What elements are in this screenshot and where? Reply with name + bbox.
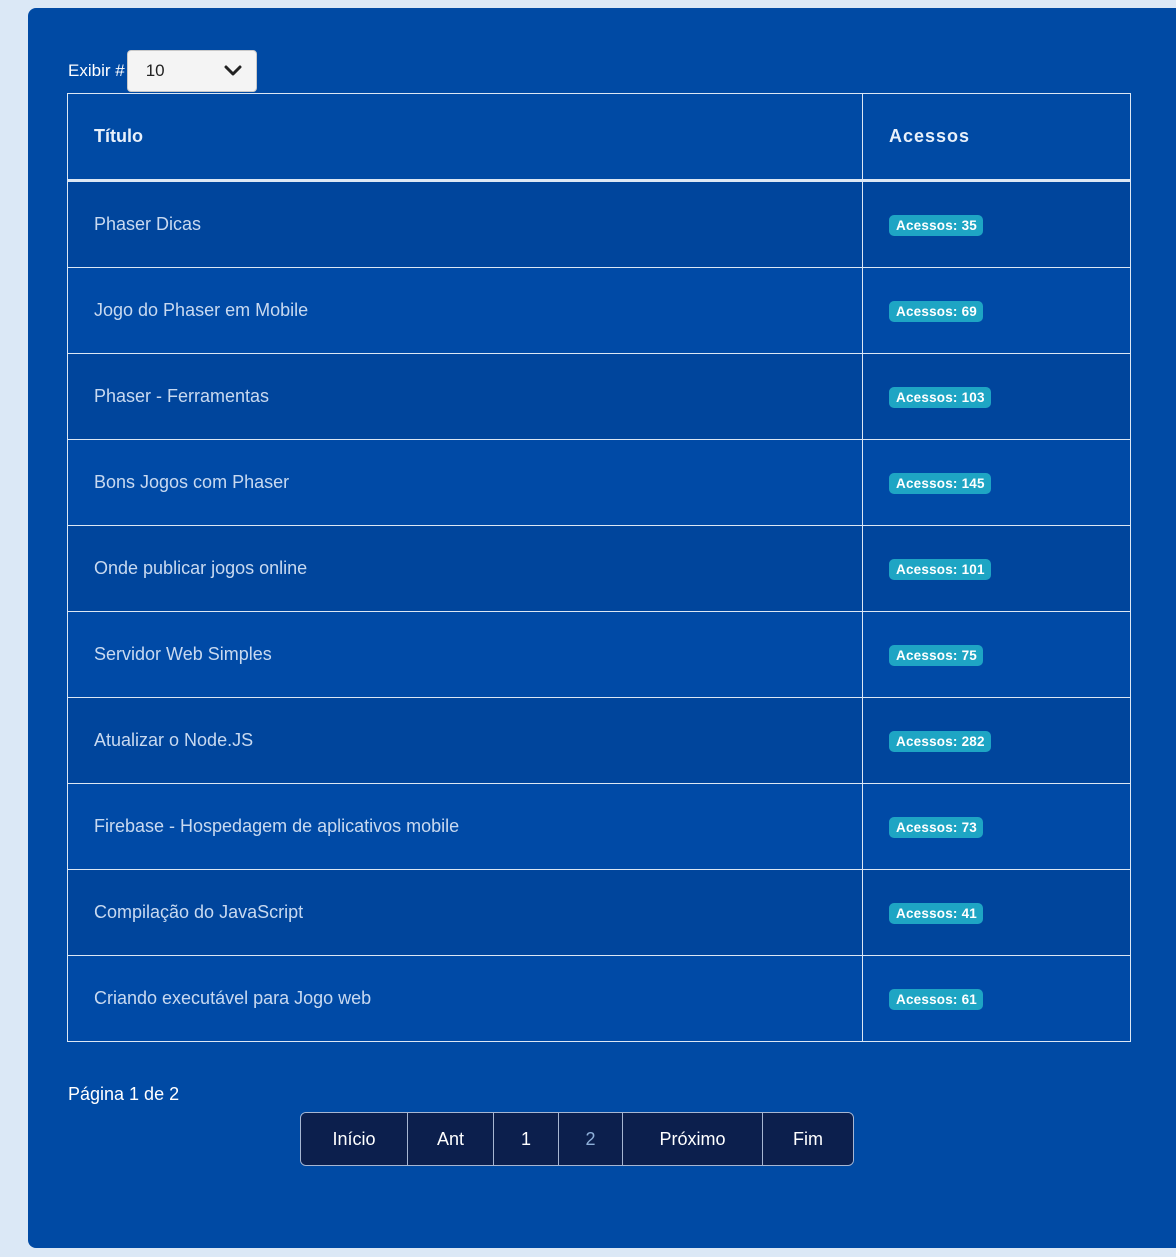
hits-cell: Acessos: 41: [862, 869, 1131, 956]
pagination: Início Ant 1 2 Próximo Fim: [300, 1112, 854, 1166]
article-title-link[interactable]: Compilação do JavaScript: [67, 869, 863, 956]
table-row: Servidor Web Simples Acessos: 75: [67, 611, 1131, 698]
table-row: Phaser - Ferramentas Acessos: 103: [67, 353, 1131, 440]
article-title-link[interactable]: Phaser Dicas: [67, 180, 863, 268]
hits-cell: Acessos: 103: [862, 353, 1131, 440]
hits-column-header[interactable]: Acessos: [862, 93, 1131, 181]
hits-cell: Acessos: 35: [862, 180, 1131, 268]
hits-badge: Acessos: 61: [889, 988, 983, 1010]
pagination-last-button[interactable]: Fim: [763, 1113, 853, 1165]
hits-cell: Acessos: 61: [862, 955, 1131, 1042]
display-limit-label: Exibir #: [68, 61, 125, 80]
articles-table: Título Acessos Phaser Dicas Acessos: 35 …: [67, 93, 1131, 1042]
table-row: Jogo do Phaser em Mobile Acessos: 69: [67, 267, 1131, 354]
hits-badge: Acessos: 75: [889, 644, 983, 666]
article-title-link[interactable]: Onde publicar jogos online: [67, 525, 863, 612]
hits-cell: Acessos: 69: [862, 267, 1131, 354]
article-title-link[interactable]: Atualizar o Node.JS: [67, 697, 863, 784]
pagination-next-button[interactable]: Próximo: [623, 1113, 763, 1165]
hits-badge: Acessos: 282: [889, 730, 991, 752]
pagination-page-2-button[interactable]: 2: [559, 1113, 623, 1165]
table-row: Atualizar o Node.JS Acessos: 282: [67, 697, 1131, 784]
article-title-link[interactable]: Bons Jogos com Phaser: [67, 439, 863, 526]
article-title-link[interactable]: Servidor Web Simples: [67, 611, 863, 698]
hits-badge: Acessos: 101: [889, 558, 991, 580]
table-row: Bons Jogos com Phaser Acessos: 145: [67, 439, 1131, 526]
hits-badge: Acessos: 35: [889, 214, 983, 236]
hits-cell: Acessos: 282: [862, 697, 1131, 784]
hits-badge: Acessos: 73: [889, 816, 983, 838]
display-limit: Exibir # 10: [68, 48, 257, 94]
article-title-link[interactable]: Firebase - Hospedagem de aplicativos mob…: [67, 783, 863, 870]
hits-badge: Acessos: 69: [889, 300, 983, 322]
hits-cell: Acessos: 145: [862, 439, 1131, 526]
chevron-down-icon: [224, 65, 242, 76]
title-column-header[interactable]: Título: [67, 93, 863, 181]
table-row: Onde publicar jogos online Acessos: 101: [67, 525, 1131, 612]
hits-cell: Acessos: 75: [862, 611, 1131, 698]
table-row: Criando executável para Jogo web Acessos…: [67, 955, 1131, 1042]
hits-badge: Acessos: 145: [889, 472, 991, 494]
table-header-row: Título Acessos: [67, 93, 1131, 181]
article-title-link[interactable]: Jogo do Phaser em Mobile: [67, 267, 863, 354]
table-row: Phaser Dicas Acessos: 35: [67, 180, 1131, 268]
display-limit-select[interactable]: 10: [126, 50, 257, 92]
pagination-counter: Página 1 de 2: [68, 1084, 180, 1104]
table-row: Compilação do JavaScript Acessos: 41: [67, 869, 1131, 956]
pagination-prev-button[interactable]: Ant: [408, 1113, 494, 1165]
table-row: Firebase - Hospedagem de aplicativos mob…: [67, 783, 1131, 870]
article-title-link[interactable]: Phaser - Ferramentas: [67, 353, 863, 440]
pagination-first-button[interactable]: Início: [301, 1113, 408, 1165]
hits-badge: Acessos: 103: [889, 386, 991, 408]
hits-badge: Acessos: 41: [889, 902, 983, 924]
display-limit-value: 10: [145, 61, 165, 80]
content-panel: Exibir # 10 Título Acessos Phaser Dicas …: [28, 8, 1176, 1248]
article-title-link[interactable]: Criando executável para Jogo web: [67, 955, 863, 1042]
hits-cell: Acessos: 73: [862, 783, 1131, 870]
hits-cell: Acessos: 101: [862, 525, 1131, 612]
pagination-page-1-button[interactable]: 1: [494, 1113, 559, 1165]
